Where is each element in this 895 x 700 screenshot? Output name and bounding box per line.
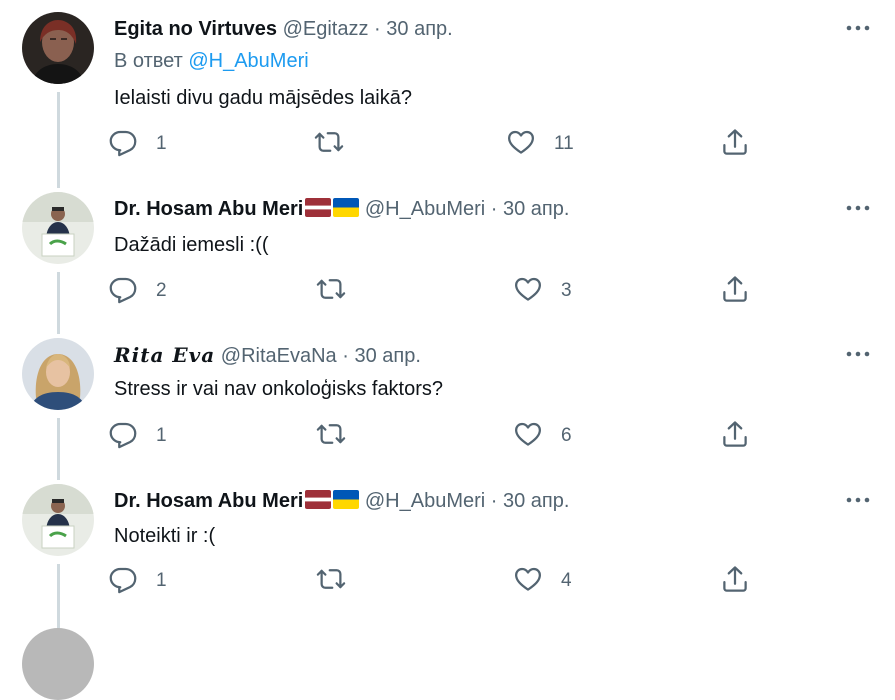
author-handle[interactable]: @Egitazz [283,18,369,40]
tweet[interactable]: Dr. Hosam Abu Meri @H_AbuMeri · 30 апр. … [0,180,895,326]
like-count: 3 [561,280,572,301]
reply-icon [108,419,138,454]
like-count: 11 [554,133,574,154]
avatar[interactable] [22,338,94,410]
retweet-icon [316,564,346,599]
separator: · [374,18,381,40]
reply-context: В ответ @H_AbuMeri [114,50,309,73]
author-name[interactable]: Dr. Hosam Abu Meri [114,490,303,512]
reply-button[interactable]: 2 [108,274,167,308]
tweet[interactable]: Dr. Hosam Abu Meri @H_AbuMeri · 30 апр. … [0,472,895,622]
share-icon [720,127,750,162]
like-button[interactable]: 3 [513,274,572,308]
tweet-actions: 1 11 [108,127,768,161]
tweet-header: Egita no Virtuves @Egitazz · 30 апр. [114,17,453,41]
tweet-date[interactable]: 30 апр. [386,18,452,40]
share-icon [720,274,750,309]
like-icon [506,127,536,162]
author-handle[interactable]: @RitaEvaNa [221,345,337,367]
share-icon [720,564,750,599]
reply-count: 1 [156,425,167,446]
avatar[interactable] [22,628,94,700]
like-icon [513,274,543,309]
reply-count: 1 [156,570,167,591]
like-count: 4 [561,570,572,591]
share-button[interactable] [720,274,750,308]
share-button[interactable] [720,564,750,598]
reply-icon [108,127,138,162]
like-icon [513,419,543,454]
separator: · [490,198,498,220]
reply-handle-link[interactable]: @H_AbuMeri [188,50,308,72]
tweet-date[interactable]: 30 апр. [354,345,420,367]
more-icon[interactable] [843,344,873,364]
like-button[interactable]: 6 [513,419,572,453]
reply-button[interactable]: 1 [108,564,167,598]
tweet-actions: 1 6 [108,419,768,453]
tweet-text: Noteikti ir :( [114,525,216,547]
like-button[interactable]: 4 [513,564,572,598]
tweet-date[interactable]: 30 апр. [503,198,569,220]
tweet-text: Dažādi iemesli :(( [114,234,269,256]
retweet-button[interactable] [316,419,364,453]
tweet-actions: 1 4 [108,564,768,598]
retweet-button[interactable] [316,274,364,308]
separator: · [490,490,498,512]
retweet-button[interactable] [316,564,364,598]
tweet-header: Dr. Hosam Abu Meri @H_AbuMeri · 30 апр. [114,197,569,221]
retweet-icon [314,127,344,162]
tweet-header: Dr. Hosam Abu Meri @H_AbuMeri · 30 апр. [114,489,569,513]
author-name[interactable]: Egita no Virtuves [114,18,277,40]
more-icon[interactable] [843,198,873,218]
reply-button[interactable]: 1 [108,127,167,161]
reply-count: 1 [156,133,167,154]
reply-button[interactable]: 1 [108,419,167,453]
tweet-text: Stress ir vai nav onkoloģisks faktors? [114,378,444,400]
reply-count: 2 [156,280,167,301]
tweet-actions: 2 3 [108,274,768,308]
separator: · [342,345,349,367]
share-icon [720,419,750,454]
like-count: 6 [561,425,572,446]
share-button[interactable] [720,419,750,453]
like-button[interactable]: 11 [506,127,574,161]
ukraine-flag-icon [333,490,359,509]
like-icon [513,564,543,599]
avatar[interactable] [22,192,94,264]
retweet-button[interactable] [314,127,362,161]
reply-prefix: В ответ [114,50,183,72]
more-icon[interactable] [843,18,873,38]
ukraine-flag-icon [333,198,359,217]
author-name[interactable]: Dr. Hosam Abu Meri [114,198,303,220]
reply-icon [108,564,138,599]
latvia-flag-icon [305,490,331,509]
author-handle[interactable]: @H_AbuMeri [365,198,485,220]
retweet-icon [316,419,346,454]
latvia-flag-icon [305,198,331,217]
avatar[interactable] [22,484,94,556]
tweet-header: 𝑹𝒊𝒕𝒂 𝑬𝒗𝒂 @RitaEvaNa · 30 апр. [114,343,421,368]
author-name[interactable]: 𝑹𝒊𝒕𝒂 𝑬𝒗𝒂 [114,343,215,367]
avatar[interactable] [22,12,94,84]
tweet[interactable]: 𝑹𝒊𝒕𝒂 𝑬𝒗𝒂 @RitaEvaNa · 30 апр. Stress ir … [0,326,895,472]
tweet-text: Ielaisti divu gadu mājsēdes laikā? [114,87,412,109]
more-icon[interactable] [843,490,873,510]
tweet[interactable]: Egita no Virtuves @Egitazz · 30 апр. В о… [0,0,895,180]
tweet-date[interactable]: 30 апр. [503,490,569,512]
retweet-icon [316,274,346,309]
share-button[interactable] [720,127,750,161]
author-handle[interactable]: @H_AbuMeri [365,490,485,512]
reply-icon [108,274,138,309]
